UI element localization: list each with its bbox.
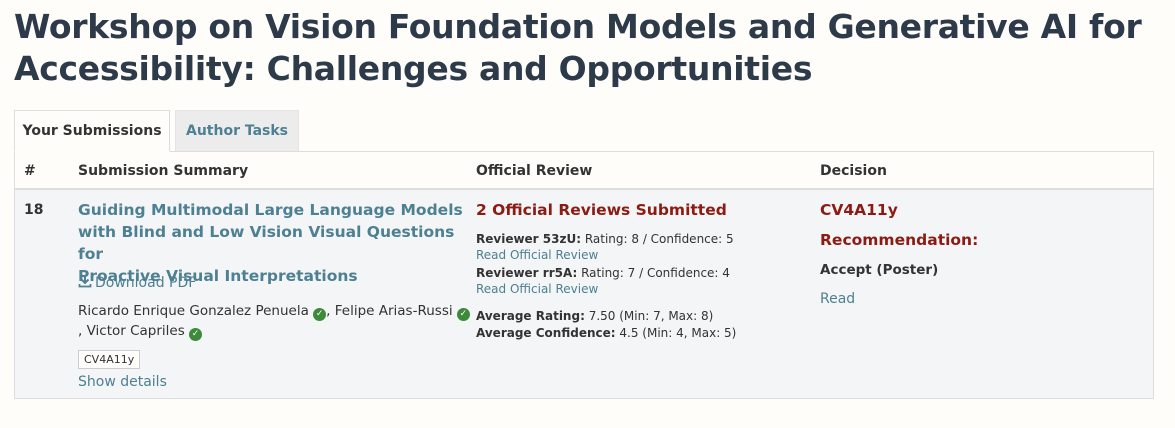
submission-title-line1[interactable]: Guiding Multimodal Large Language Models	[78, 199, 468, 221]
submissions-table: # Submission Summary Official Review Dec…	[14, 151, 1154, 399]
submission-number: 18	[24, 202, 44, 218]
page-title-line2: Accessibility: Challenges and Opportunit…	[14, 49, 813, 88]
decision-venue: CV4A11y	[820, 201, 898, 219]
venue-badge: CV4A11y	[78, 350, 141, 369]
reviewer-name: Reviewer rr5A:	[476, 266, 578, 280]
header-summary: Submission Summary	[78, 163, 249, 179]
download-icon	[78, 274, 92, 292]
average-rating: Average Rating: 7.50 (Min: 7, Max: 8)	[476, 308, 713, 324]
author-separator: ,	[326, 303, 331, 319]
author-name[interactable]: Ricardo Enrique Gonzalez Penuela	[78, 303, 309, 319]
reviewer-rating: Rating: 7 / Confidence: 4	[581, 266, 730, 280]
verified-check-icon: ✓	[189, 328, 203, 341]
average-confidence: Average Confidence: 4.5 (Min: 4, Max: 5)	[476, 325, 736, 341]
reviewer-rating: Rating: 8 / Confidence: 5	[584, 232, 734, 246]
table-header: # Submission Summary Official Review Dec…	[15, 152, 1153, 190]
page-title-line1: Workshop on Vision Foundation Models and…	[14, 7, 1142, 46]
download-pdf-label[interactable]: Download PDF	[95, 275, 196, 291]
tab-author-tasks[interactable]: Author Tasks	[175, 110, 299, 152]
author-separator: ,	[78, 323, 83, 339]
table-row: 18 Guiding Multimodal Large Language Mod…	[15, 190, 1153, 398]
submission-title-line2[interactable]: with Blind and Low Vision Visual Questio…	[78, 221, 468, 265]
average-confidence-label: Average Confidence:	[476, 326, 616, 340]
reviewer-line: Reviewer 53zU: Rating: 8 / Confidence: 5	[476, 231, 734, 247]
tab-bar: Your Submissions Author Tasks	[14, 110, 299, 152]
author-name[interactable]: Victor Capriles	[87, 323, 185, 339]
read-decision-link[interactable]: Read	[820, 291, 855, 307]
author-name[interactable]: Felipe Arias-Russi	[335, 303, 453, 319]
reviewer-name: Reviewer 53zU:	[476, 232, 581, 246]
tab-your-submissions[interactable]: Your Submissions	[14, 110, 170, 152]
header-decision: Decision	[820, 163, 887, 179]
reviewer-line: Reviewer rr5A: Rating: 7 / Confidence: 4	[476, 265, 730, 281]
header-review: Official Review	[476, 163, 593, 179]
page-title: Workshop on Vision Foundation Models and…	[14, 6, 1164, 90]
show-details-link[interactable]: Show details	[78, 374, 167, 390]
reviews-summary: 2 Official Reviews Submitted	[476, 201, 727, 219]
recommendation-label: Recommendation:	[820, 231, 979, 249]
author-list: Ricardo Enrique Gonzalez Penuela ✓, Feli…	[78, 301, 478, 341]
header-number: #	[24, 163, 36, 179]
average-rating-label: Average Rating:	[476, 309, 585, 323]
average-rating-value: 7.50 (Min: 7, Max: 8)	[588, 309, 714, 323]
verified-check-icon: ✓	[456, 308, 470, 321]
average-confidence-value: 4.5 (Min: 4, Max: 5)	[619, 326, 737, 340]
verified-check-icon: ✓	[313, 308, 327, 321]
read-review-link[interactable]: Read Official Review	[476, 281, 598, 297]
decision-value: Accept (Poster)	[820, 262, 939, 278]
download-pdf-link[interactable]: Download PDF	[78, 274, 196, 292]
read-review-link[interactable]: Read Official Review	[476, 247, 598, 263]
